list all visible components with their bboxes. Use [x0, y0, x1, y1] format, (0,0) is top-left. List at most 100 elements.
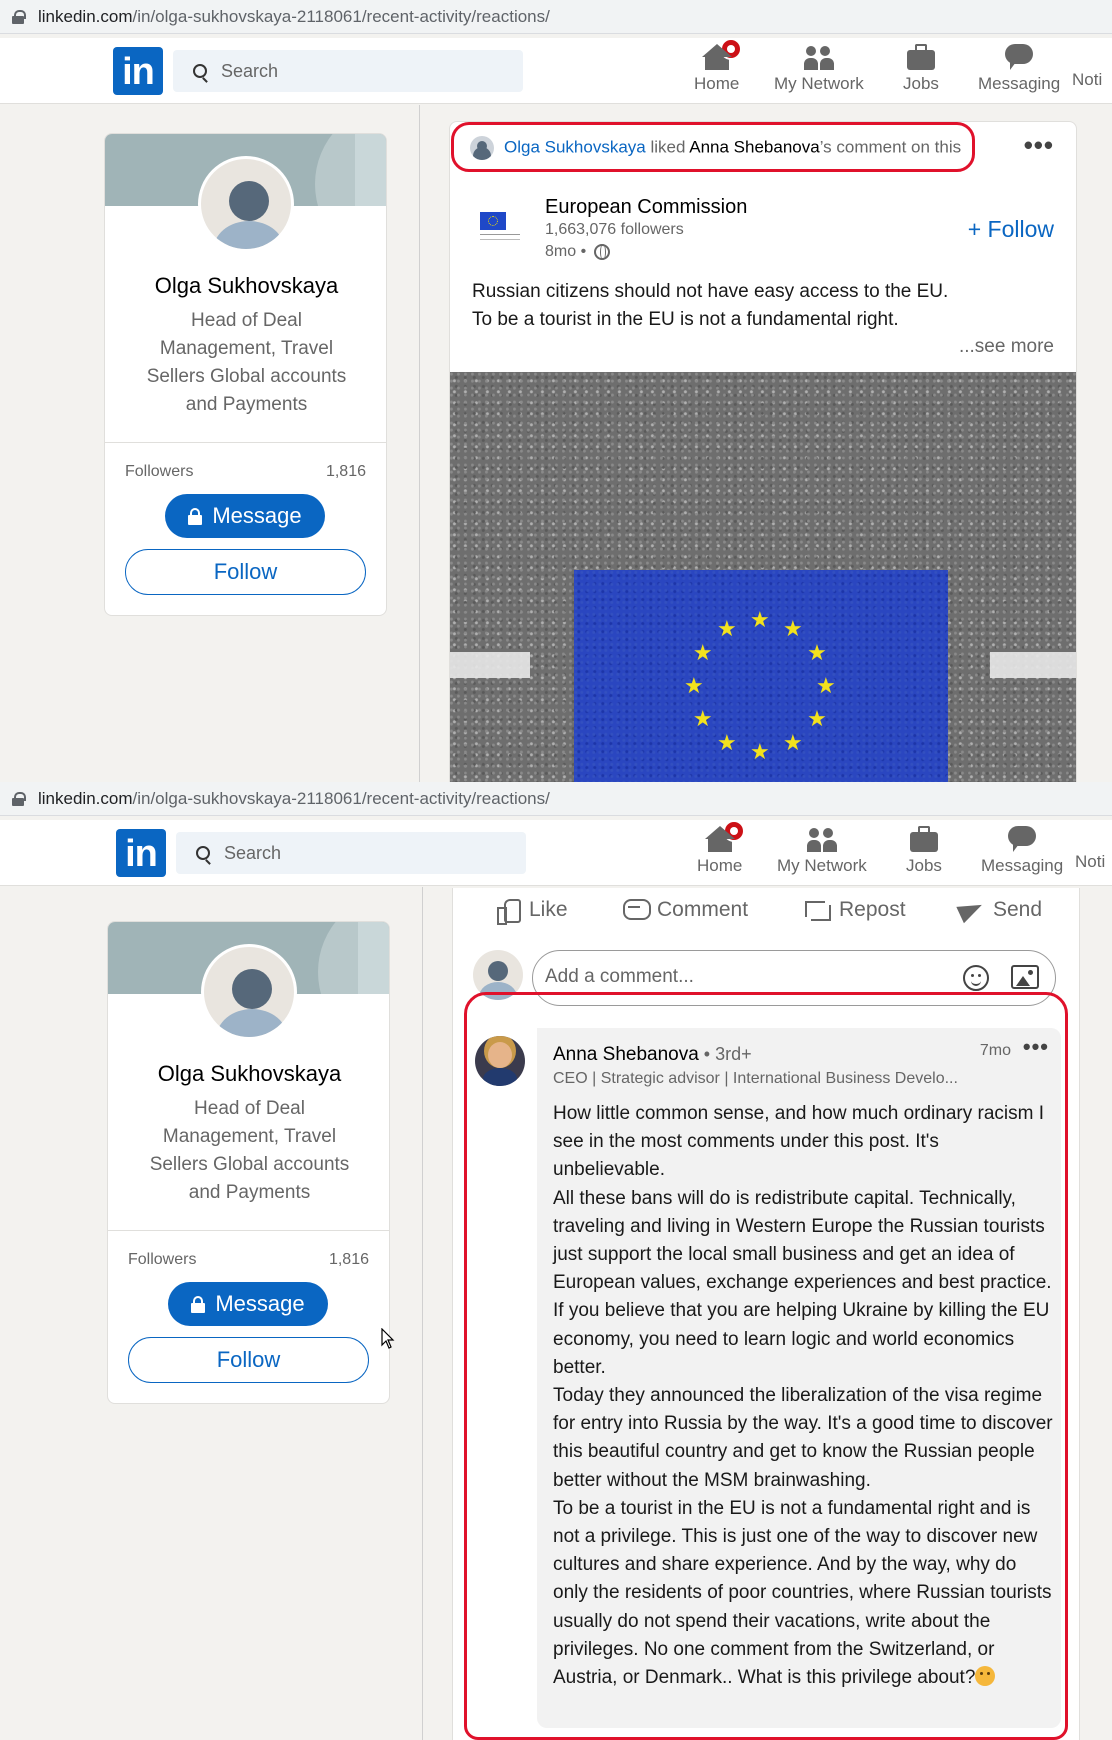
notification-badge	[722, 820, 745, 842]
url-path: /in/olga-sukhovskaya-2118061/recent-acti…	[132, 788, 550, 808]
nav-notifications-label: Noti	[1072, 70, 1103, 89]
screenshot-bottom: linkedin.com/in/olga-sukhovskaya-2118061…	[0, 782, 1112, 1740]
nav-home-label: Home	[694, 74, 740, 93]
profile-headline: Head of Deal Management, Travel Sellers …	[146, 310, 347, 415]
eu-star-icon: ★	[807, 706, 827, 731]
comment-icon	[623, 899, 651, 921]
post-image[interactable]: ★ ★ ★ ★ ★ ★ ★ ★ ★ ★ ★ ★	[450, 372, 1076, 782]
search-input[interactable]: Search	[176, 832, 526, 874]
search-placeholder: Search	[221, 60, 279, 81]
followers-count: 1,816	[328, 1251, 369, 1268]
column-divider	[419, 105, 420, 782]
comment-input-placeholder: Add a comment...	[545, 966, 694, 987]
followers-count: 1,816	[325, 463, 366, 480]
nav-my-network[interactable]: My Network	[777, 826, 867, 876]
messaging-icon	[1004, 44, 1034, 70]
follow-button[interactable]: Follow	[125, 549, 366, 595]
message-button[interactable]: Message	[165, 494, 325, 538]
nav-notifications[interactable]: Noti	[1075, 852, 1105, 872]
linkedin-logo[interactable]: in	[113, 47, 163, 95]
send-icon	[959, 899, 983, 921]
globe-icon	[594, 244, 611, 260]
divider	[108, 1230, 389, 1231]
eu-star-icon: ★	[750, 607, 770, 632]
divider	[105, 442, 386, 443]
message-button[interactable]: Message	[168, 1282, 328, 1326]
org-followers: 1,663,076 followers	[545, 221, 684, 238]
nav-notifications[interactable]: Noti	[1072, 70, 1102, 90]
search-icon	[196, 846, 210, 860]
post-card: Olga Sukhovskaya liked Anna Shebanova’s …	[449, 121, 1077, 782]
like-button[interactable]: Like	[495, 898, 568, 925]
profile-card: Olga Sukhovskaya Head of Deal Management…	[107, 921, 390, 1404]
jobs-icon	[906, 44, 936, 70]
profile-name[interactable]: Olga Sukhovskaya	[108, 1061, 389, 1087]
top-nav: in Search Home My Network Jobs Messaging…	[0, 820, 1112, 886]
address-bar[interactable]: linkedin.com/in/olga-sukhovskaya-2118061…	[0, 0, 1112, 34]
org-logo[interactable]	[472, 206, 528, 248]
nav-jobs[interactable]: Jobs	[903, 44, 939, 94]
repost-label: Repost	[839, 898, 906, 921]
nav-jobs-label: Jobs	[906, 856, 942, 875]
emoji-icon[interactable]	[963, 965, 989, 991]
photo-icon[interactable]	[1011, 965, 1039, 989]
network-icon	[806, 826, 837, 852]
send-button[interactable]: Send	[959, 898, 1042, 922]
lock-icon	[191, 1296, 206, 1313]
home-icon	[704, 820, 745, 852]
eu-star-icon: ★	[783, 730, 803, 756]
nav-messaging[interactable]: Messaging	[978, 44, 1060, 94]
repost-icon	[805, 899, 831, 921]
avatar[interactable]	[198, 156, 294, 252]
nav-messaging-label: Messaging	[978, 74, 1061, 93]
nav-home[interactable]: Home	[697, 820, 745, 876]
nav-my-network[interactable]: My Network	[774, 44, 864, 94]
address-bar[interactable]: linkedin.com/in/olga-sukhovskaya-2118061…	[0, 782, 1112, 816]
search-placeholder: Search	[224, 842, 282, 863]
comment-button[interactable]: Comment	[623, 898, 748, 922]
post-text-line: Russian citizens should not have easy ac…	[472, 281, 949, 302]
profile-name[interactable]: Olga Sukhovskaya	[105, 273, 386, 299]
screenshot-top: linkedin.com/in/olga-sukhovskaya-2118061…	[0, 0, 1112, 782]
eu-star-icon: ★	[816, 673, 836, 698]
highlight-box	[451, 122, 975, 172]
eu-star-icon: ★	[692, 640, 713, 665]
nav-my-network-label: My Network	[774, 74, 864, 93]
org-name[interactable]: European Commission	[545, 196, 747, 219]
column-divider	[422, 887, 423, 1740]
nav-my-network-label: My Network	[777, 856, 867, 875]
nav-jobs[interactable]: Jobs	[906, 826, 942, 876]
top-nav: in Search Home My Network Jobs Messaging…	[0, 38, 1112, 104]
road-marking	[990, 652, 1076, 678]
post-text-line: To be a tourist in the EU is not a funda…	[472, 309, 899, 330]
avatar[interactable]	[201, 944, 297, 1040]
home-icon	[701, 38, 742, 70]
follow-button[interactable]: Follow	[128, 1337, 369, 1383]
more-options-icon[interactable]: •••	[1024, 130, 1054, 161]
followers-label: Followers	[128, 1251, 197, 1268]
highlight-box	[464, 992, 1068, 1740]
like-label: Like	[529, 898, 568, 921]
nav-jobs-label: Jobs	[903, 74, 939, 93]
nav-home[interactable]: Home	[694, 38, 742, 94]
follow-org-button[interactable]: + Follow	[968, 216, 1054, 243]
repost-button[interactable]: Repost	[805, 898, 906, 922]
search-icon	[193, 64, 207, 78]
eu-star-icon: ★	[783, 615, 803, 641]
see-more-link[interactable]: ...see more	[959, 336, 1054, 358]
nav-home-label: Home	[697, 856, 743, 875]
network-icon	[803, 44, 834, 70]
eu-star-icon: ★	[750, 739, 770, 764]
comment-label: Comment	[657, 898, 749, 921]
post-time: 8mo •	[545, 243, 611, 261]
post-time-label: 8mo •	[545, 243, 587, 260]
profile-card: Olga Sukhovskaya Head of Deal Management…	[104, 133, 387, 616]
search-input[interactable]: Search	[173, 50, 523, 92]
eu-star-icon: ★	[717, 730, 737, 756]
lock-icon	[12, 10, 26, 24]
message-button-label: Message	[212, 503, 302, 528]
org-logo-text-lines	[480, 234, 520, 240]
linkedin-logo[interactable]: in	[116, 829, 166, 877]
nav-messaging[interactable]: Messaging	[981, 826, 1063, 876]
like-icon	[495, 899, 521, 925]
